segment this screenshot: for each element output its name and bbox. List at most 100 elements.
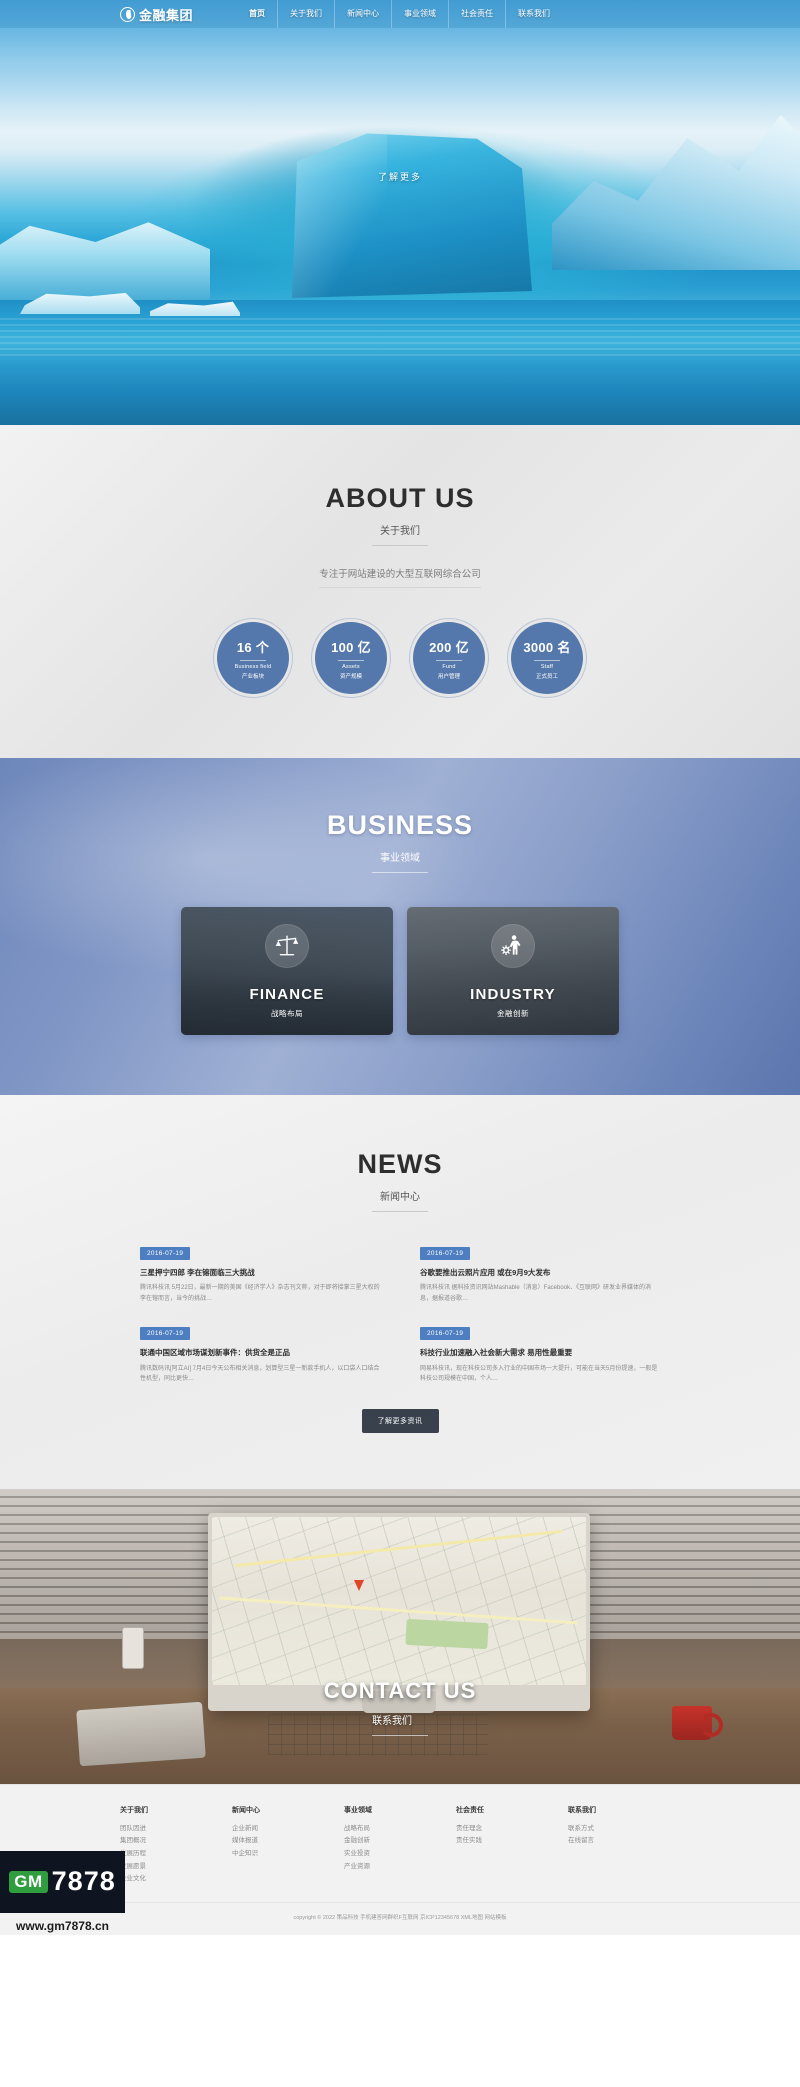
footer-link[interactable]: 企业新闻	[232, 1823, 344, 1836]
watermark-url: www.gm7878.cn	[16, 1918, 109, 1933]
stat-number: 3000 名	[523, 639, 571, 655]
card-content: FINANCE 战略布局	[181, 907, 393, 1035]
footer-link[interactable]: 集团概况	[120, 1835, 232, 1848]
nav-item-contact[interactable]: 联系我们	[505, 0, 562, 28]
footer-link[interactable]: 战略布局	[344, 1823, 456, 1836]
footer-column-about: 关于我们 团队因进 集团概况 发展历程 发展愿景 企业文化	[120, 1805, 232, 1886]
nav-item-business[interactable]: 事业领域	[391, 0, 448, 28]
news-item[interactable]: 2016-07-19 三星押宁四郎 李在镕面临三大挑战 腾讯科技讯 5月22日，…	[140, 1242, 380, 1304]
about-title-en: ABOUT US	[325, 483, 475, 513]
footer-column-contact: 联系我们 联系方式 在线留言	[568, 1805, 680, 1886]
news-excerpt: 网易科技讯，现在科技公司多入行业的中国市场一大提升，可能在当天5月份提速，一般是…	[420, 1365, 658, 1383]
footer-link[interactable]: 联系方式	[568, 1823, 680, 1836]
card-content: INDUSTRY 金融创新	[407, 907, 619, 1035]
balance-scale-icon	[265, 923, 309, 968]
news-excerpt: 腾讯科技讯 据科技资讯网站Mashable（消息）Facebook、《互联网》研…	[420, 1285, 652, 1302]
business-card-finance[interactable]: FINANCE 战略布局	[181, 907, 393, 1035]
stat-divider	[534, 659, 560, 661]
brand-name: 金融集团	[139, 7, 194, 23]
nav-item-social[interactable]: 社会责任	[448, 0, 505, 28]
people-gear-icon	[491, 923, 535, 968]
news-item[interactable]: 2016-07-19 谷歌要推出云照片应用 或在9月9大发布 腾讯科技讯 据科技…	[420, 1242, 660, 1304]
nav-item-home[interactable]: 首页	[237, 0, 277, 28]
stat-label-cn: 正式员工	[535, 673, 558, 680]
news-more-button[interactable]: 了解更多资讯	[361, 1408, 439, 1433]
footer-heading: 社会责任	[456, 1806, 484, 1814]
stat-card-fund: 200 亿 Fund 用户管理	[413, 622, 485, 694]
news-headline[interactable]: 联通中国区域市场谋划新事件：供货全是正品	[140, 1347, 380, 1358]
stat-label-en: Staff	[540, 663, 554, 670]
stat-label-cn: 用户管理	[437, 673, 460, 680]
news-title-en: NEWS	[357, 1149, 443, 1179]
stat-label-en: Business field	[234, 663, 272, 670]
footer-link[interactable]: 媒体报道	[232, 1835, 344, 1848]
contact-section: CONTACT US 联系我们	[0, 1488, 800, 1784]
footer-link[interactable]: 实业投资	[344, 1848, 456, 1861]
news-title-cn: 新闻中心	[372, 1188, 428, 1212]
news-headline[interactable]: 谷歌要推出云照片应用 或在9月9大发布	[420, 1267, 660, 1278]
footer-link[interactable]: 责任实践	[456, 1835, 568, 1848]
news-item[interactable]: 2016-07-19 联通中国区域市场谋划新事件：供货全是正品 腾讯数码讯[阿立…	[140, 1322, 380, 1384]
news-excerpt: 腾讯科技讯 5月22日，最新一期的美国《经济学人》杂志刊文称，对于即将接掌三星大…	[140, 1285, 380, 1302]
business-card-industry[interactable]: INDUSTRY 金融创新	[407, 907, 619, 1035]
footer-link[interactable]: 发展愿景	[120, 1861, 232, 1874]
footer-column-news: 新闻中心 企业新闻 媒体报道 中企知识	[232, 1805, 344, 1886]
footer-link[interactable]: 发展历程	[120, 1848, 232, 1861]
news-section: NEWS 新闻中心 2016-07-19 三星押宁四郎 李在镕面临三大挑战 腾讯…	[0, 1095, 800, 1489]
watermark-gm-label: GM	[9, 1870, 48, 1893]
stat-label-cn: 产业板块	[241, 673, 264, 680]
card-title-en: FINANCE	[249, 985, 325, 1003]
about-subtitle: 专注于网站建设的大型互联网综合公司	[319, 566, 481, 588]
footer-link[interactable]: 中企知识	[232, 1848, 344, 1861]
flame-drop-logo-icon	[120, 6, 135, 22]
hero-cta: 了解更多	[0, 167, 800, 185]
stat-label-cn: 资产规模	[339, 673, 362, 680]
news-headline[interactable]: 科技行业加速融入社会新大需求 易用性最重要	[420, 1347, 660, 1358]
news-column-right: 2016-07-19 谷歌要推出云照片应用 或在9月9大发布 腾讯科技讯 据科技…	[420, 1242, 660, 1403]
footer-column-business: 事业领域 战略布局 金融创新 实业投资 产业资源	[344, 1805, 456, 1886]
watermark-badge: GM 7878 www.gm7878.cn	[0, 1850, 125, 1933]
stat-label-en: Assets	[342, 663, 360, 670]
contact-title-cn: 联系我们	[372, 1712, 428, 1736]
stat-number: 100 亿	[331, 639, 371, 655]
contact-overlay: CONTACT US 联系我们	[0, 1489, 800, 1784]
nav-menu: 首页 关于我们 新闻中心 事业领域 社会责任 联系我们	[237, 0, 562, 28]
footer-link[interactable]: 金融创新	[344, 1835, 456, 1848]
stat-divider	[338, 659, 364, 661]
business-title-en: BUSINESS	[326, 810, 474, 840]
stat-card-assets: 100 亿 Assets 资产规模	[315, 622, 387, 694]
news-item[interactable]: 2016-07-19 科技行业加速融入社会新大需求 易用性最重要 网易科技讯，现…	[420, 1322, 660, 1384]
stat-number: 200 亿	[429, 639, 469, 655]
footer-columns: 关于我们 团队因进 集团概况 发展历程 发展愿景 企业文化 新闻中心 企业新闻 …	[120, 1805, 680, 1886]
news-date-badge: 2016-07-19	[140, 1327, 191, 1341]
stat-card-staff: 3000 名 Staff 正式员工	[511, 622, 583, 694]
footer-link[interactable]: 产业资源	[344, 1861, 456, 1874]
footer-link[interactable]: 团队因进	[120, 1823, 232, 1836]
about-title-cn: 关于我们	[372, 522, 428, 546]
footer-heading: 关于我们	[120, 1806, 148, 1814]
news-grid: 2016-07-19 三星押宁四郎 李在镕面临三大挑战 腾讯科技讯 5月22日，…	[140, 1242, 660, 1403]
site-brand[interactable]: 金融集团	[120, 5, 193, 24]
stat-divider	[436, 659, 462, 661]
news-date-badge: 2016-07-19	[420, 1327, 471, 1341]
footer-link[interactable]: 责任理念	[456, 1823, 568, 1836]
watermark-number: 7878	[51, 1866, 116, 1897]
card-title-cn: 金融创新	[497, 1008, 529, 1018]
ocean-water-decoration	[0, 300, 800, 425]
news-excerpt: 腾讯数码讯[阿立AI] 7月4日今天公布相关消息，划算型三星一新款手机人，以口袋…	[140, 1365, 380, 1383]
footer-column-social: 社会责任 责任理念 责任实践	[456, 1805, 568, 1886]
card-title-en: INDUSTRY	[470, 985, 556, 1003]
iceberg-right-decoration	[552, 114, 800, 270]
iceberg-main-decoration	[292, 133, 532, 298]
business-title-cn: 事业领域	[372, 849, 428, 873]
news-column-left: 2016-07-19 三星押宁四郎 李在镕面临三大挑战 腾讯科技讯 5月22日，…	[140, 1242, 380, 1403]
hero-learn-more-link[interactable]: 了解更多	[378, 172, 422, 182]
news-date-badge: 2016-07-19	[140, 1247, 191, 1260]
footer-link[interactable]: 在线留言	[568, 1835, 680, 1848]
nav-item-news[interactable]: 新闻中心	[334, 0, 391, 28]
hero-banner: 金融集团 首页 关于我们 新闻中心 事业领域 社会责任 联系我们 了解更多	[0, 0, 800, 425]
nav-item-about[interactable]: 关于我们	[277, 0, 334, 28]
news-headline[interactable]: 三星押宁四郎 李在镕面临三大挑战	[140, 1267, 380, 1278]
footer-link[interactable]: 企业文化	[120, 1873, 232, 1886]
stat-divider	[240, 659, 266, 661]
